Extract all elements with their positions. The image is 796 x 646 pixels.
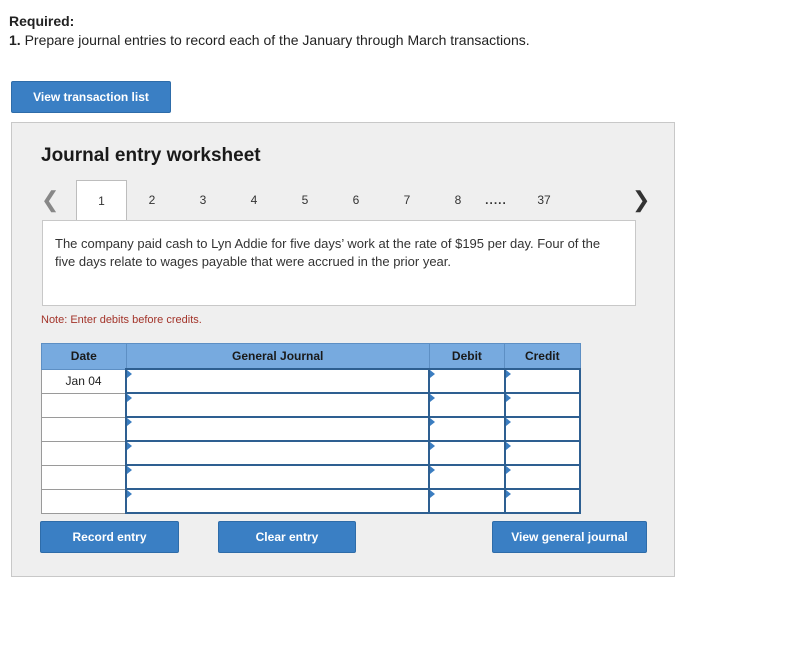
credit-input[interactable]: [503, 440, 582, 466]
record-entry-button[interactable]: Record entry: [40, 521, 179, 553]
journal-table: Date General Journal Debit Credit Jan 04: [41, 343, 582, 514]
tab-5[interactable]: 5: [285, 180, 325, 220]
required-instruction: 1. Prepare journal entries to record eac…: [9, 32, 530, 48]
date-cell: [41, 464, 127, 490]
table-row: [41, 392, 582, 418]
journal-entry-worksheet-panel: Journal entry worksheet ❮ 1 2 3 4 5 6 7 …: [11, 122, 675, 577]
tab-4[interactable]: 4: [234, 180, 274, 220]
credit-input[interactable]: [503, 488, 582, 514]
credit-input[interactable]: [503, 464, 582, 490]
tab-1[interactable]: 1: [76, 180, 127, 220]
account-input[interactable]: [125, 392, 431, 418]
date-cell: [41, 440, 127, 466]
chevron-right-icon[interactable]: ❯: [632, 187, 650, 213]
view-general-journal-button[interactable]: View general journal: [492, 521, 647, 553]
debit-column-header: Debit: [428, 343, 506, 370]
date-cell: Jan 04: [41, 368, 127, 394]
worksheet-title: Journal entry worksheet: [41, 145, 261, 166]
required-text: Prepare journal entries to record each o…: [24, 32, 530, 48]
credit-input[interactable]: [503, 416, 582, 442]
account-input[interactable]: [125, 464, 431, 490]
table-row: [41, 488, 582, 514]
debit-credit-note: Note: Enter debits before credits.: [41, 314, 202, 326]
tab-6[interactable]: 6: [336, 180, 376, 220]
date-column-header: Date: [41, 343, 127, 370]
required-heading: Required:: [9, 13, 75, 29]
account-input[interactable]: [125, 440, 431, 466]
debit-input[interactable]: [428, 416, 506, 442]
tab-8[interactable]: 8: [438, 180, 478, 220]
account-input[interactable]: [125, 416, 431, 442]
table-row: Jan 04: [41, 368, 582, 394]
table-row: [41, 416, 582, 442]
tab-ellipsis: .....: [485, 193, 507, 207]
tab-3[interactable]: 3: [183, 180, 223, 220]
chevron-left-icon[interactable]: ❮: [41, 187, 59, 213]
debit-input[interactable]: [428, 392, 506, 418]
date-cell: [41, 392, 127, 418]
date-cell: [41, 488, 127, 514]
clear-entry-button[interactable]: Clear entry: [218, 521, 356, 553]
debit-input[interactable]: [428, 440, 506, 466]
table-row: [41, 440, 582, 466]
view-transaction-list-button[interactable]: View transaction list: [11, 81, 171, 113]
debit-input[interactable]: [428, 368, 506, 394]
tab-37[interactable]: 37: [524, 180, 564, 220]
credit-column-header: Credit: [504, 343, 581, 370]
transaction-description: The company paid cash to Lyn Addie for f…: [42, 220, 636, 306]
tab-2[interactable]: 2: [132, 180, 172, 220]
credit-input[interactable]: [503, 368, 582, 394]
table-row: [41, 464, 582, 490]
account-input[interactable]: [125, 368, 431, 394]
table-header-row: Date General Journal Debit Credit: [41, 343, 581, 370]
credit-input[interactable]: [503, 392, 582, 418]
general-journal-column-header: General Journal: [125, 343, 430, 370]
tab-7[interactable]: 7: [387, 180, 427, 220]
debit-input[interactable]: [428, 464, 506, 490]
debit-input[interactable]: [428, 488, 506, 514]
transaction-tabs: ❮ 1 2 3 4 5 6 7 8 ..... 37 ❯: [12, 180, 676, 220]
date-cell: [41, 416, 127, 442]
required-number: 1.: [9, 32, 21, 48]
account-input[interactable]: [125, 488, 431, 514]
